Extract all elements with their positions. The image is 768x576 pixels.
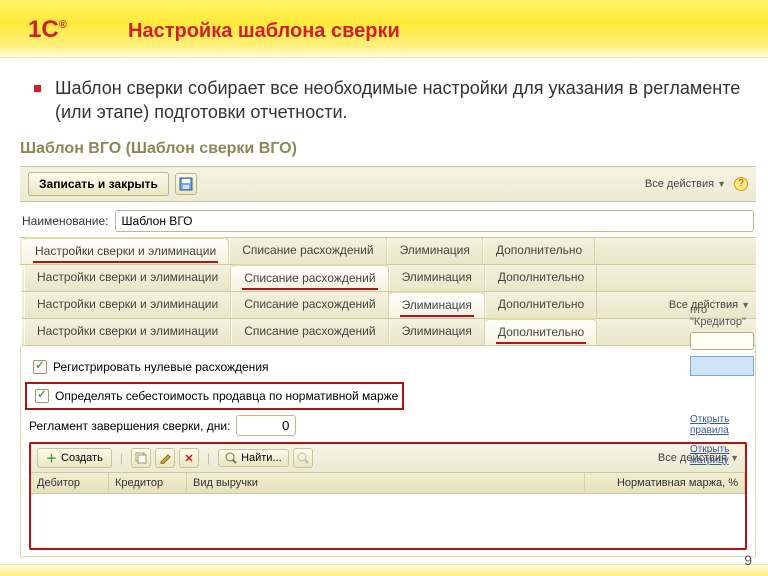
form-toolbar: Записать и закрыть Все действия▼ ? (20, 166, 756, 202)
checkbox-register-zero-label: Регистрировать нулевые расхождения (53, 360, 269, 374)
checkbox-register-zero[interactable] (33, 360, 47, 374)
checkbox-cost-margin[interactable] (35, 389, 49, 403)
save-and-close-button[interactable]: Записать и закрыть (28, 172, 169, 196)
tab-writeoff[interactable]: Списание расхождений (231, 319, 388, 345)
clear-find-button[interactable] (293, 448, 313, 468)
separator-icon: | (120, 451, 123, 465)
reglament-days-input[interactable] (236, 415, 296, 436)
underline-icon (33, 261, 218, 263)
tabs-row-3: Настройки сверки и элиминации Списание р… (22, 291, 756, 319)
open-matrix-link[interactable]: Открыть матрицу (690, 444, 754, 466)
search-icon (225, 452, 237, 464)
col-creditor[interactable]: Кредитор (109, 473, 187, 493)
tab-settings[interactable]: Настройки сверки и элиминации (24, 319, 231, 345)
additional-panel: Регистрировать нулевые расхождения Опред… (20, 346, 756, 557)
peek-right-fragment: нто "Кредитор" Открыть правила Открыть м… (690, 304, 754, 470)
grid-header: Дебитор Кредитор Вид выручки Нормативная… (31, 473, 745, 494)
save-button[interactable] (175, 173, 197, 195)
create-button[interactable]: ＋ Создать (37, 448, 112, 468)
tabs-row-2: Настройки сверки и элиминации Списание р… (22, 264, 756, 292)
tab-additional[interactable]: Дополнительно (485, 318, 597, 345)
chevron-down-icon: ▼ (717, 179, 726, 189)
highlight-box: Определять себестоимость продавца по нор… (25, 382, 404, 410)
floppy-icon (179, 177, 193, 191)
checkbox-cost-margin-label: Определять себестоимость продавца по нор… (55, 389, 398, 403)
tab-settings[interactable]: Настройки сверки и элиминации (24, 265, 231, 291)
tab-writeoff[interactable]: Списание расхождений (229, 238, 386, 264)
tab-writeoff[interactable]: Списание расхождений (231, 292, 388, 318)
tab-additional[interactable]: Дополнительно (485, 292, 597, 318)
x-icon: ✕ (184, 452, 193, 465)
name-input[interactable] (115, 210, 754, 232)
tab-elimination[interactable]: Элиминация (389, 265, 485, 291)
bullet-icon (34, 85, 41, 92)
open-rules-link[interactable]: Открыть правила (690, 414, 754, 436)
tabs-row-1: Настройки сверки и элиминации Списание р… (20, 237, 756, 265)
tab-settings[interactable]: Настройки сверки и элиминации (24, 292, 231, 318)
slide-title: Настройка шаблона сверки (128, 20, 400, 43)
copy-button[interactable] (131, 448, 151, 468)
peek-selected-row[interactable] (690, 356, 754, 376)
copy-icon (135, 452, 147, 464)
grid-toolbar: ＋ Создать | ✕ | (31, 444, 745, 473)
tab-elimination[interactable]: Элиминация (389, 291, 485, 318)
all-actions-dropdown[interactable]: Все действия▼ (645, 178, 726, 190)
col-margin[interactable]: Нормативная маржа, % (585, 473, 745, 493)
bullet-text: Шаблон сверки собирает все необходимые н… (55, 76, 748, 125)
page-number: 9 (744, 552, 752, 568)
tab-elimination[interactable]: Элиминация (387, 238, 483, 264)
form-window-title: Шаблон ВГО (Шаблон сверки ВГО) (20, 140, 756, 158)
find-button[interactable]: Найти... (218, 449, 289, 467)
margin-grid: ＋ Создать | ✕ | (29, 442, 747, 550)
col-revenue-type[interactable]: Вид выручки (187, 473, 585, 493)
search-cancel-icon (297, 452, 309, 464)
delete-button[interactable]: ✕ (179, 448, 199, 468)
footer-band (0, 564, 768, 576)
tab-writeoff[interactable]: Списание расхождений (231, 264, 388, 291)
name-label: Наименование: (22, 214, 109, 228)
tab-elimination[interactable]: Элиминация (389, 319, 485, 345)
tabs-row-4: Настройки сверки и элиминации Списание р… (22, 318, 756, 346)
underline-icon (242, 288, 377, 290)
pencil-icon (159, 452, 171, 464)
separator-icon: | (207, 451, 210, 465)
plus-icon: ＋ (46, 450, 57, 466)
peek-field[interactable] (690, 332, 754, 350)
underline-icon (400, 315, 474, 317)
edit-button[interactable] (155, 448, 175, 468)
tab-additional[interactable]: Дополнительно (485, 265, 597, 291)
reglament-days-label: Регламент завершения сверки, дни: (29, 419, 230, 433)
help-button[interactable]: ? (734, 177, 748, 191)
brand-logo: 1C® (28, 16, 67, 44)
col-debtor[interactable]: Дебитор (31, 473, 109, 493)
grid-body[interactable] (31, 494, 745, 548)
peek-creditor-label: нто "Кредитор" (690, 304, 754, 328)
tab-additional[interactable]: Дополнительно (483, 238, 595, 264)
tab-settings[interactable]: Настройки сверки и элиминации (22, 237, 229, 264)
underline-icon (496, 342, 586, 344)
